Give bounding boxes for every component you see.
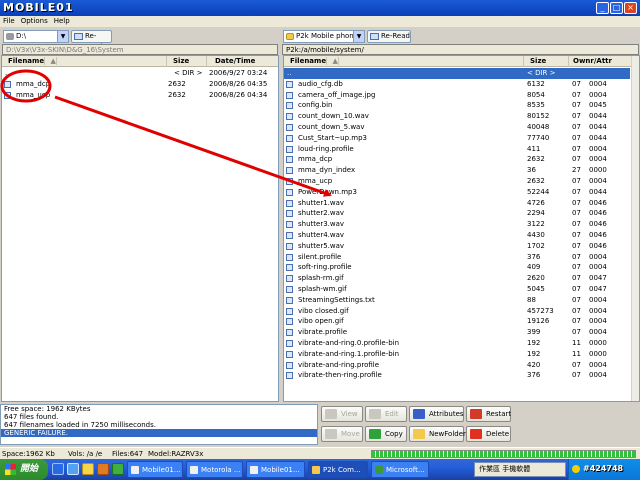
annotation-arrow bbox=[54, 95, 332, 197]
annotation-overlay bbox=[0, 69, 332, 197]
annotation-circle bbox=[0, 69, 52, 103]
